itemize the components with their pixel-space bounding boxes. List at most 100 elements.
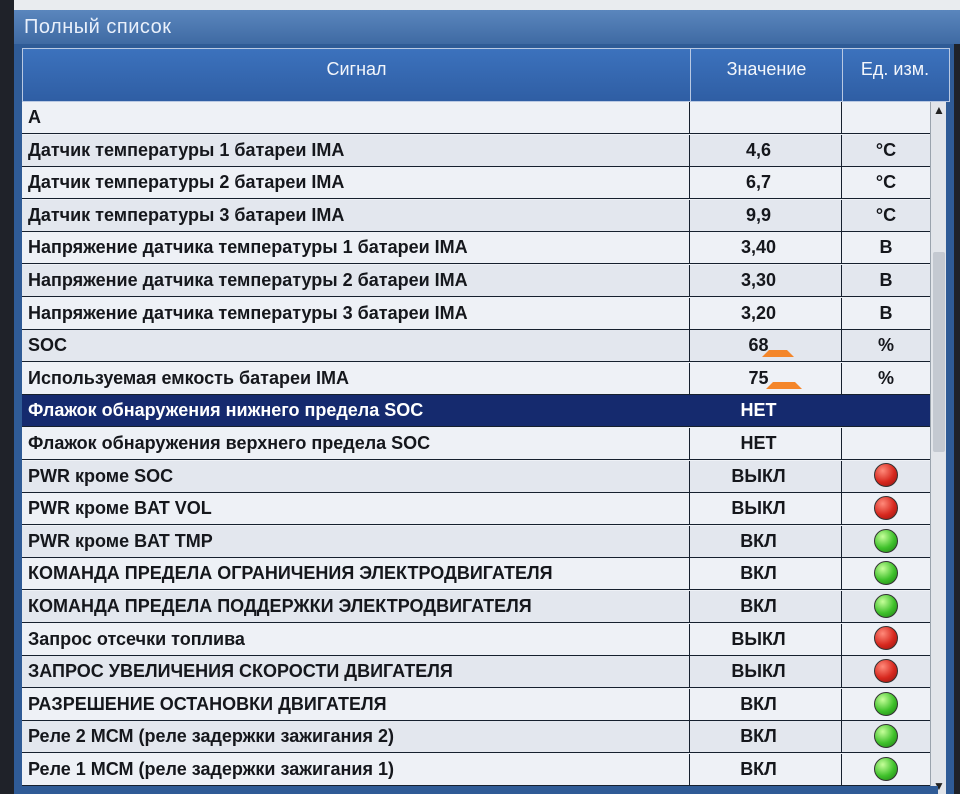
green-indicator-icon [874, 756, 898, 781]
signal-value: ВЫКЛ [690, 656, 842, 688]
table-row[interactable]: Напряжение датчика температуры 3 батареи… [22, 297, 930, 330]
signal-name: Реле 2 МСМ (реле задержки зажигания 2) [22, 721, 690, 753]
signal-name: Флажок обнаружения нижнего предела SOC [22, 395, 690, 427]
signal-name: Флажок обнаружения верхнего предела SOC [22, 428, 690, 459]
signal-value: 6,7 [690, 167, 842, 199]
signal-unit: В [879, 302, 893, 323]
app-window: Полный список Сигнал Значение Ед. изм. Р… [0, 0, 960, 794]
signal-unit [842, 428, 930, 459]
status-lamp-cell [842, 558, 930, 589]
signal-table: Реле 1 МСМ (реле задержки зажигания 1) ВК… [22, 102, 946, 794]
signal-unit: °C [875, 139, 897, 160]
signal-unit [842, 102, 930, 133]
signal-value: НЕТ [690, 428, 842, 459]
signal-value: ВКЛ [690, 591, 842, 622]
signal-value: ВКЛ [690, 688, 842, 720]
signal-value: 3,40 [690, 232, 842, 264]
green-indicator-icon [874, 561, 898, 586]
column-header-signal[interactable]: Сигнал [23, 49, 691, 101]
red-indicator-icon [874, 626, 898, 651]
green-indicator-icon [874, 691, 898, 716]
column-header-value[interactable]: Значение [691, 49, 843, 101]
red-indicator-icon [874, 658, 898, 683]
signal-value: 4,6 [690, 134, 842, 166]
signal-unit: % [877, 367, 894, 388]
table-row[interactable]: Датчик температуры 2 батареи IMA 6,7 °C [22, 167, 930, 200]
table-row[interactable]: Напряжение датчика температуры 2 батареи… [22, 265, 930, 297]
status-lamp-cell [842, 624, 930, 655]
signal-name: Запрос отсечки топлива [22, 623, 690, 655]
table-row[interactable]: А [22, 102, 930, 134]
status-lamp-cell [842, 656, 930, 687]
signal-value: ВКЛ [690, 721, 842, 753]
signal-name: А [22, 102, 690, 133]
signal-name: Напряжение датчика температуры 3 батареи… [22, 297, 690, 329]
table-header: Сигнал Значение Ед. изм. [22, 48, 950, 102]
green-indicator-icon [874, 528, 898, 553]
signal-name: ЗАПРОС УВЕЛИЧЕНИЯ СКОРОСТИ ДВИГАТЕЛЯ [22, 656, 690, 688]
status-lamp-cell [842, 721, 930, 752]
green-indicator-icon [874, 593, 898, 618]
signal-value: ВКЛ [690, 754, 842, 785]
signal-name: Датчик температуры 2 батареи IMA [22, 167, 690, 199]
table-row[interactable]: Запрос отсечки топлива ВЫКЛ [22, 623, 930, 656]
table-row[interactable]: Датчик температуры 3 батареи IMA 9,9 °C [22, 199, 930, 232]
scroll-thumb[interactable] [933, 252, 945, 452]
signal-unit: °C [875, 204, 897, 225]
signal-list-panel: Сигнал Значение Ед. изм. Реле 1 МСМ (рел… [14, 44, 954, 794]
signal-value: ВЫКЛ [690, 623, 842, 655]
table-row[interactable]: КОМАНДА ПРЕДЕЛА ОГРАНИЧЕНИЯ ЭЛЕКТРОДВИГА… [22, 558, 930, 591]
signal-value: ВЫКЛ [690, 460, 842, 492]
table-row[interactable]: PWR кроме BAT VOL ВЫКЛ [22, 493, 930, 526]
status-lamp-cell [842, 461, 930, 492]
signal-name: PWR кроме BAT VOL [22, 493, 690, 525]
signal-unit: В [879, 237, 893, 258]
signal-name: КОМАНДА ПРЕДЕЛА ОГРАНИЧЕНИЯ ЭЛЕКТРОДВИГА… [22, 558, 690, 590]
signal-value: ВЫКЛ [690, 493, 842, 525]
signal-name: SOC [22, 330, 690, 362]
window-title: Полный список [14, 10, 960, 44]
signal-value: 3,30 [690, 265, 842, 296]
table-row[interactable]: Реле 1 МСМ (реле задержки зажигания 1) ВК… [22, 754, 930, 786]
status-lamp-cell [842, 493, 930, 524]
signal-name: Датчик температуры 3 батареи IMA [22, 199, 690, 231]
signal-unit [842, 395, 930, 426]
signal-value: ВКЛ [690, 525, 842, 557]
signal-name: РАЗРЕШЕНИЕ ОСТАНОВКИ ДВИГАТЕЛЯ [22, 688, 690, 720]
table-row[interactable]: Флажок обнаружения нижнего предела SOC НЕ… [22, 395, 930, 428]
table-row[interactable]: Флажок обнаружения верхнего предела SOC Н… [22, 428, 930, 460]
signal-value: 3,20 [690, 297, 842, 329]
red-indicator-icon [874, 495, 898, 520]
table-row[interactable]: Напряжение датчика температуры 1 батареи… [22, 232, 930, 265]
signal-value: ВКЛ [690, 558, 842, 590]
annotation-mark-capacity [766, 372, 802, 389]
status-lamp-cell [842, 754, 930, 785]
table-row[interactable]: PWR кроме SOC ВЫКЛ [22, 460, 930, 493]
annotation-mark-soc [762, 340, 794, 357]
table-row[interactable]: РАЗРЕШЕНИЕ ОСТАНОВКИ ДВИГАТЕЛЯ ВКЛ [22, 688, 930, 721]
signal-unit: В [879, 270, 893, 290]
green-indicator-icon [874, 724, 898, 749]
table-row[interactable]: Датчик температуры 1 батареи IMA 4,6 °C [22, 134, 930, 167]
signal-name: Напряжение датчика температуры 1 батареи… [22, 232, 690, 264]
table-row[interactable]: PWR кроме BAT TMP ВКЛ [22, 525, 930, 558]
signal-name: Используемая емкость батареи IMA [22, 362, 690, 394]
signal-name: КОМАНДА ПРЕДЕЛА ПОДДЕРЖКИ ЭЛЕКТРОДВИГАТЕ… [22, 591, 690, 622]
red-indicator-icon [874, 463, 898, 488]
status-lamp-cell [842, 689, 930, 720]
table-row[interactable]: Реле 2 МСМ (реле задержки зажигания 2) ВК… [22, 721, 930, 754]
signal-name: PWR кроме SOC [22, 460, 690, 492]
status-lamp-cell [842, 526, 930, 557]
signal-name: PWR кроме BAT TMP [22, 525, 690, 557]
signal-value: НЕТ [690, 395, 842, 427]
vertical-scrollbar[interactable]: ▲ ▼ [930, 102, 946, 794]
signal-unit: % [877, 335, 894, 356]
table-row[interactable]: ЗАПРОС УВЕЛИЧЕНИЯ СКОРОСТИ ДВИГАТЕЛЯ ВЫКЛ [22, 656, 930, 689]
signal-value: 9,9 [690, 199, 842, 231]
table-row[interactable]: КОМАНДА ПРЕДЕЛА ПОДДЕРЖКИ ЭЛЕКТРОДВИГАТЕ… [22, 591, 930, 623]
signal-unit: °C [875, 172, 897, 193]
column-header-unit[interactable]: Ед. изм. [843, 49, 947, 101]
status-lamp-cell [842, 591, 930, 622]
signal-value [690, 102, 842, 133]
scroll-up-icon[interactable]: ▲ [931, 102, 946, 118]
